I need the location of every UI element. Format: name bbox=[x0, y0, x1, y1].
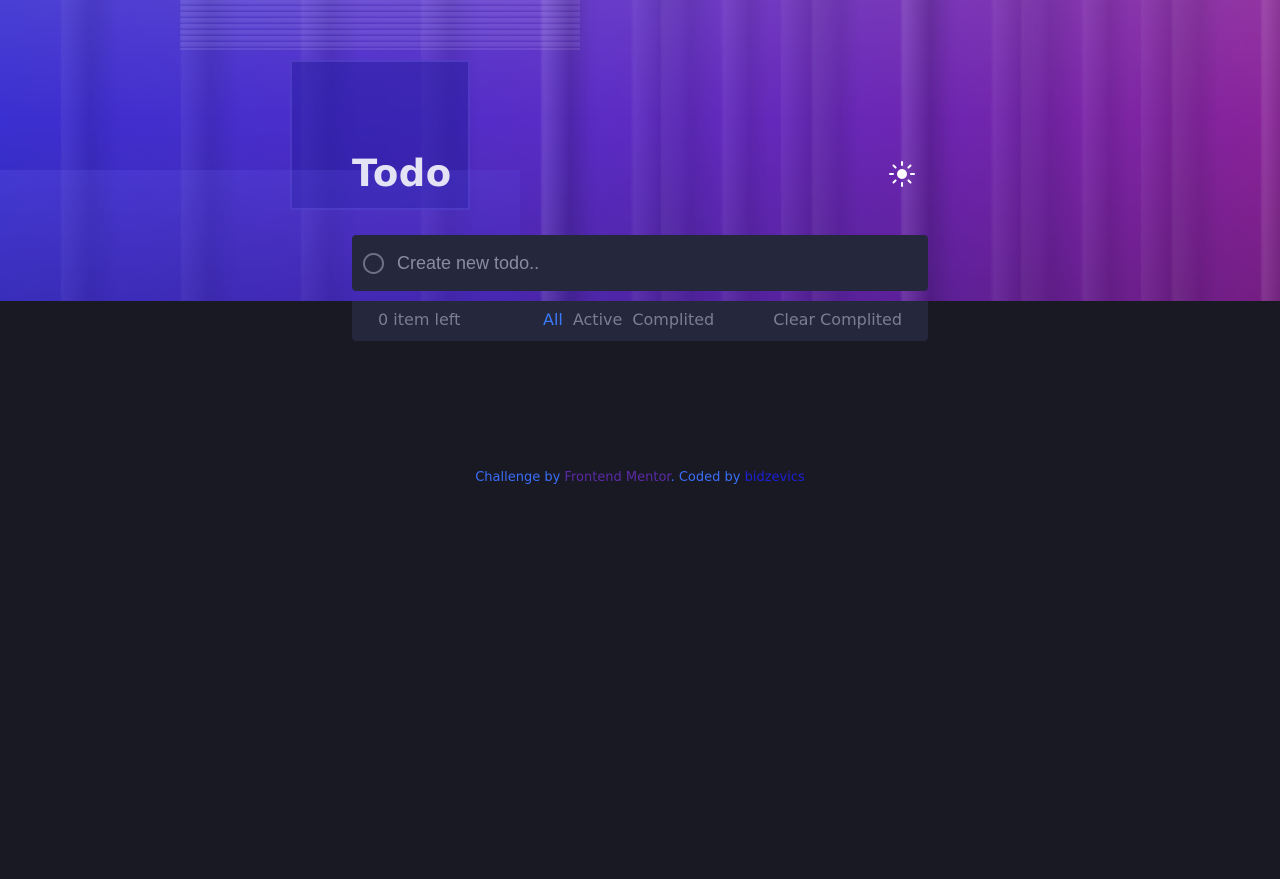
new-todo-check-circle[interactable] bbox=[363, 252, 384, 274]
clear-completed-button[interactable]: Clear Complited bbox=[773, 310, 902, 329]
frontend-mentor-link[interactable]: Frontend Mentor bbox=[564, 470, 670, 485]
attribution: Challenge by Frontend Mentor. Coded by b… bbox=[0, 470, 1280, 485]
app-header: Todo bbox=[352, 150, 928, 200]
new-todo-row bbox=[352, 235, 928, 291]
attribution-middle: . Coded by bbox=[670, 470, 745, 485]
theme-toggle-button[interactable] bbox=[888, 160, 916, 188]
todo-footer-bar: 0 item left All Active Complited Clear C… bbox=[352, 301, 928, 341]
page-title: Todo bbox=[352, 152, 452, 195]
items-left-count: 0 item left bbox=[378, 310, 461, 329]
filter-all[interactable]: All bbox=[543, 310, 563, 329]
new-todo-input[interactable] bbox=[397, 243, 897, 283]
filter-completed[interactable]: Complited bbox=[632, 310, 714, 329]
attribution-prefix: Challenge by bbox=[475, 470, 565, 485]
filter-active[interactable]: Active bbox=[573, 310, 623, 329]
author-link[interactable]: bidzevics bbox=[745, 470, 805, 485]
filter-group: All Active Complited bbox=[543, 310, 714, 329]
sun-icon bbox=[889, 161, 915, 187]
